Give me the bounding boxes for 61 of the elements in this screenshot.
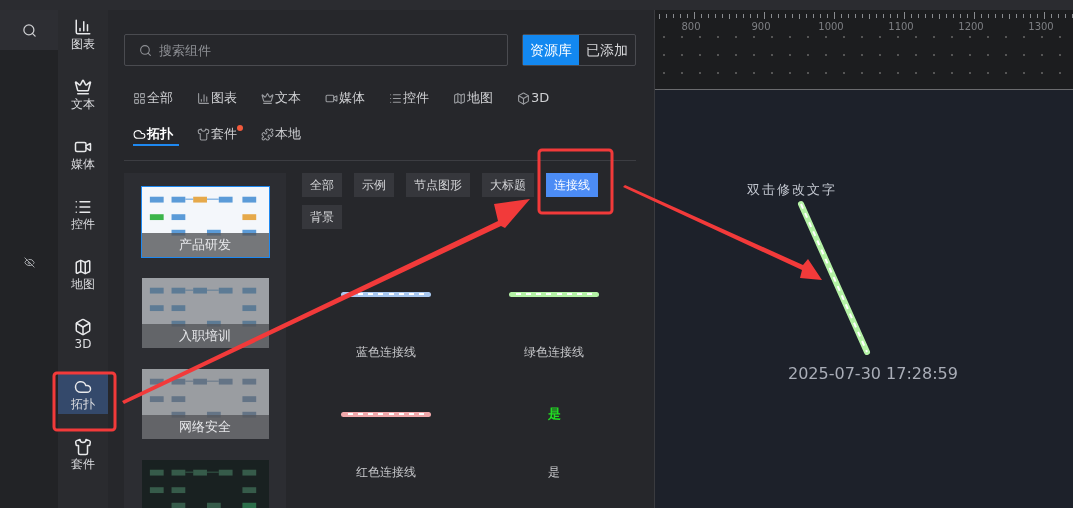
filter-tag[interactable]: 全部 bbox=[302, 173, 342, 197]
rail-item[interactable]: 文本 bbox=[58, 74, 108, 114]
source-tab[interactable]: 已添加 bbox=[579, 35, 635, 65]
category-tab[interactable]: 3D bbox=[517, 88, 556, 110]
rail-item[interactable]: 地图 bbox=[58, 254, 108, 294]
search-icon bbox=[139, 44, 152, 57]
shirt-icon bbox=[74, 437, 92, 456]
filter-tag[interactable]: 示例 bbox=[354, 173, 394, 197]
rail-item[interactable]: 拓扑 bbox=[58, 374, 108, 414]
map-icon bbox=[74, 257, 92, 276]
ruler-label: 1100 bbox=[887, 20, 915, 34]
ruler-label: 900 bbox=[750, 20, 772, 34]
crown-icon bbox=[74, 77, 92, 96]
cube-icon bbox=[74, 317, 92, 336]
category-tab[interactable]: 地图 bbox=[453, 88, 499, 110]
cloud-icon bbox=[133, 127, 146, 141]
filter-tag[interactable]: 节点图形 bbox=[406, 173, 470, 197]
rail-item[interactable]: 套件 bbox=[58, 434, 108, 474]
rail-item[interactable]: 图表 bbox=[58, 14, 108, 54]
filter-tag[interactable]: 大标题 bbox=[482, 173, 534, 197]
text-preview: 是 bbox=[547, 405, 561, 424]
ruler-label: 1000 bbox=[817, 20, 845, 34]
cube-icon bbox=[517, 91, 530, 105]
component-label[interactable]: 蓝色连接线 bbox=[356, 343, 416, 361]
category-tab[interactable]: 媒体 bbox=[325, 88, 371, 110]
eye-off-icon[interactable] bbox=[23, 257, 35, 268]
map-icon bbox=[453, 91, 466, 105]
connector-line[interactable] bbox=[797, 200, 873, 358]
shirt-icon bbox=[197, 127, 210, 141]
component-label[interactable]: 红色连接线 bbox=[356, 463, 416, 481]
rail-item[interactable]: 3D bbox=[58, 314, 108, 354]
component-label[interactable]: 是 bbox=[548, 463, 560, 481]
template-caption: 网络安全 bbox=[141, 415, 269, 439]
list-icon bbox=[389, 91, 402, 105]
search-field[interactable]: 搜索组件 bbox=[124, 34, 508, 66]
category-tab[interactable]: 图表 bbox=[197, 88, 243, 110]
puzzle-icon bbox=[261, 127, 274, 141]
source-tab[interactable]: 资源库 bbox=[523, 35, 579, 65]
category-tab[interactable]: 套件 bbox=[197, 124, 243, 146]
search-icon[interactable] bbox=[21, 22, 37, 38]
category-tab[interactable]: 文本 bbox=[261, 88, 307, 110]
text-widget[interactable]: 双击修改文字 bbox=[747, 180, 837, 200]
rail-item[interactable]: 控件 bbox=[58, 194, 108, 234]
highlight-frame bbox=[52, 371, 117, 432]
template-caption: 产品研发 bbox=[141, 233, 269, 257]
timestamp: 2025-07-30 17:28:59 bbox=[788, 363, 958, 385]
category-tab[interactable]: 本地 bbox=[261, 124, 307, 146]
category-tab[interactable]: 拓扑 bbox=[133, 124, 179, 146]
component-label[interactable]: 绿色连接线 bbox=[524, 343, 584, 361]
template-caption: 入职培训 bbox=[141, 324, 269, 348]
chart-icon bbox=[197, 91, 210, 105]
crown-icon bbox=[261, 91, 274, 105]
category-tab[interactable]: 控件 bbox=[389, 88, 435, 110]
chart-icon bbox=[74, 17, 92, 36]
ruler-label: 1200 bbox=[957, 20, 985, 34]
rail-item[interactable]: 媒体 bbox=[58, 134, 108, 174]
grid-icon bbox=[133, 91, 146, 105]
category-tab[interactable]: 全部 bbox=[133, 88, 179, 110]
filter-tag[interactable]: 背景 bbox=[302, 205, 342, 229]
ruler-label: 800 bbox=[680, 20, 702, 34]
ruler-label: 1300 bbox=[1027, 20, 1055, 34]
